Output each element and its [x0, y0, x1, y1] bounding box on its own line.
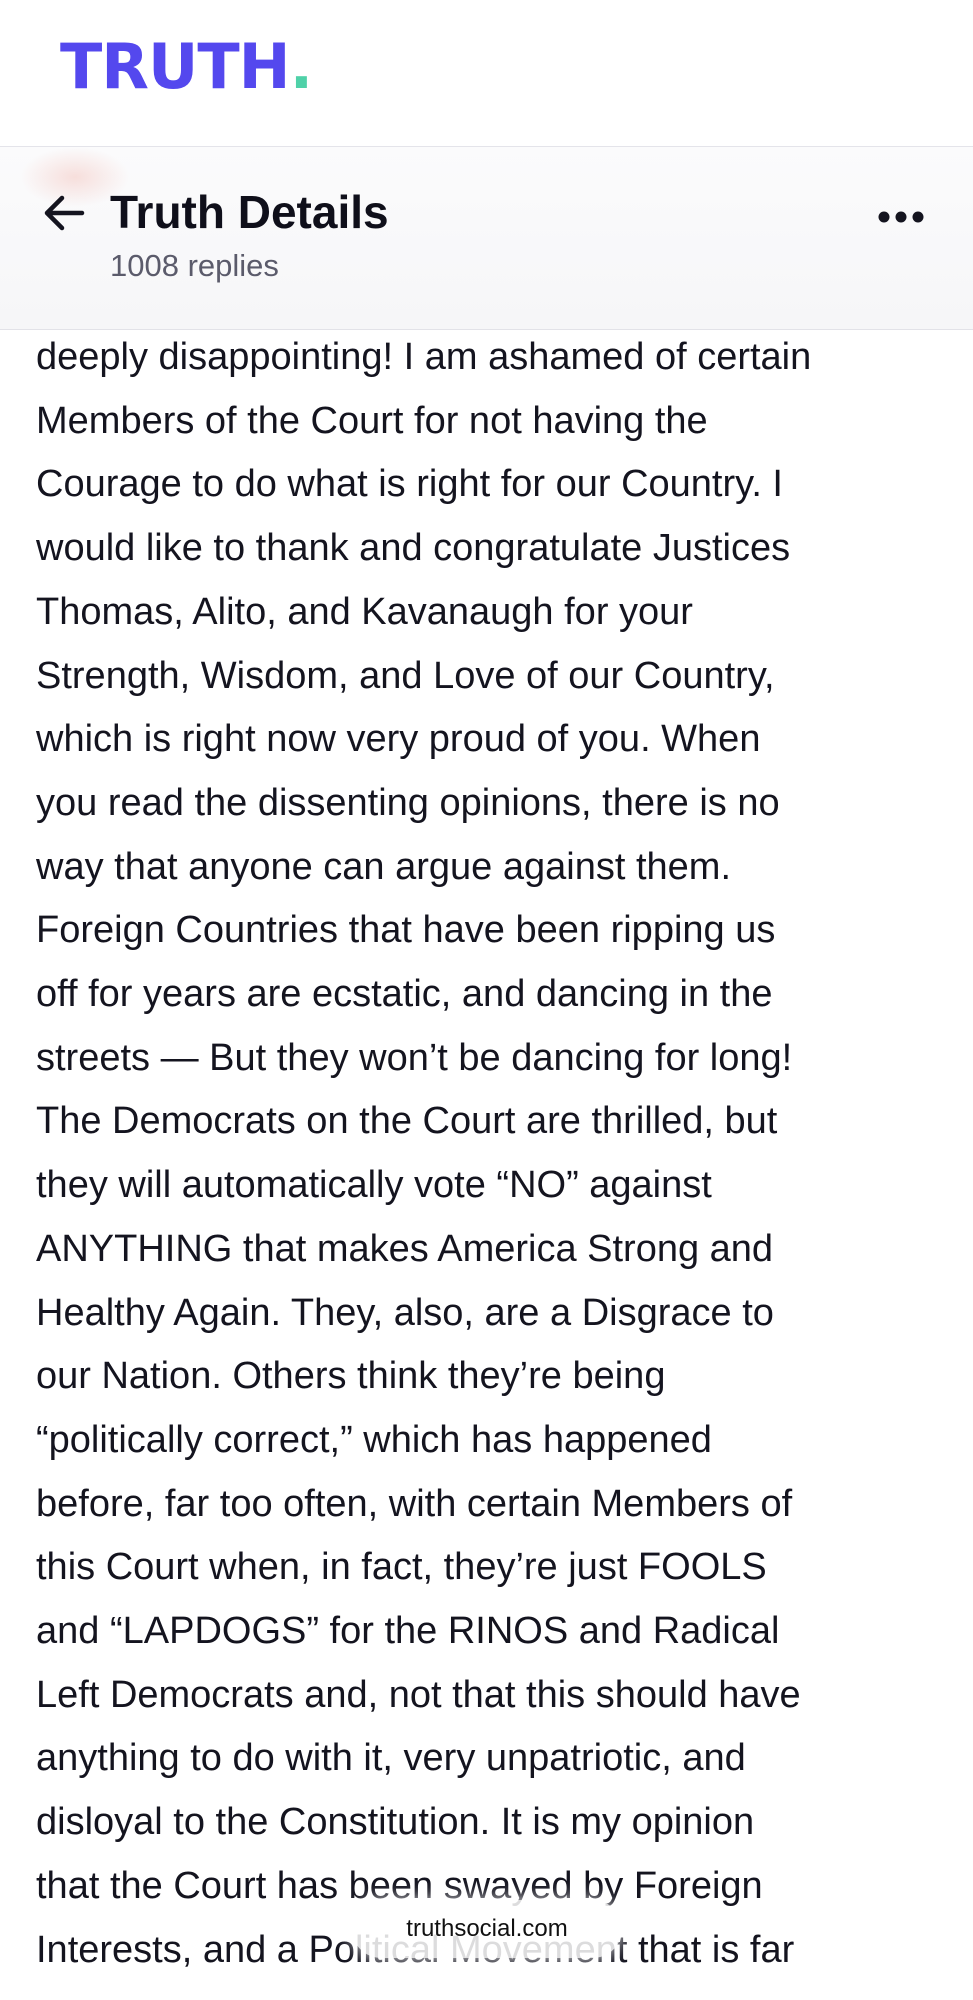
- post-text-line: “politically correct,” which has happene…: [36, 1418, 712, 1461]
- post-text-line: deeply disappointing! I am ashamed of ce…: [36, 336, 812, 378]
- post-text-line: Strength, Wisdom, and Love of our Countr…: [36, 654, 775, 697]
- post-text-line: our Nation. Others think they’re being: [36, 1355, 666, 1398]
- more-options-button[interactable]: [869, 189, 933, 245]
- arrow-left-icon: [42, 193, 86, 237]
- more-horizontal-icon: [878, 208, 924, 227]
- post-text-line: Courage to do what is right for our Coun…: [36, 463, 783, 506]
- url-text: truthsocial.com: [406, 1915, 568, 1942]
- page-title: Truth Details: [110, 186, 389, 238]
- post-text-line: Members of the Court for not having the: [36, 399, 708, 442]
- url-bar[interactable]: truthsocial.com: [352, 1900, 622, 1958]
- post-text-line: before, far too often, with certain Memb…: [36, 1482, 793, 1525]
- post-text-line: ANYTHING that makes America Strong and: [36, 1227, 774, 1270]
- logo-text: TRUTH: [60, 30, 291, 103]
- post-text-line: which is right now very proud of you. Wh…: [36, 718, 761, 761]
- post-text-line: you read the dissenting opinions, there …: [36, 781, 780, 824]
- replies-count: 1008 replies: [110, 248, 279, 283]
- logo-dot: .: [289, 30, 314, 103]
- post-text-line: anything to do with it, very unpatriotic…: [36, 1737, 746, 1780]
- truth-logo[interactable]: TRUTH.: [60, 36, 313, 98]
- post-text-line: and “LAPDOGS” for the RINOS and Radical: [36, 1610, 780, 1653]
- post-text-line: would like to thank and congratulate Jus…: [36, 527, 791, 570]
- post-body: deeply disappointing! I am ashamed of ce…: [36, 326, 951, 1982]
- post-text-line: Healthy Again. They, also, are a Disgrac…: [36, 1291, 774, 1334]
- post-text-line: The Democrats on the Court are thrilled,…: [36, 1100, 778, 1143]
- post-text-line: Thomas, Alito, and Kavanaugh for your: [36, 590, 693, 633]
- post-text-line: Left Democrats and, not that this should…: [36, 1673, 801, 1716]
- detail-header: Truth Details 1008 replies: [0, 147, 973, 330]
- back-button[interactable]: [36, 187, 92, 243]
- post-text-line: disloyal to the Constitution. It is my o…: [36, 1801, 755, 1844]
- post-text-line: Foreign Countries that have been ripping…: [36, 909, 776, 952]
- post-text-line: this Court when, in fact, they’re just F…: [36, 1546, 767, 1589]
- post-text-line: way that anyone can argue against them.: [36, 845, 732, 888]
- post-text-line: they will automatically vote “NO” agains…: [36, 1164, 712, 1207]
- post-text-line: streets — But they won’t be dancing for …: [36, 1036, 793, 1079]
- post-text-line: off for years are ecstatic, and dancing …: [36, 973, 773, 1016]
- brand-bar: TRUTH.: [0, 0, 973, 147]
